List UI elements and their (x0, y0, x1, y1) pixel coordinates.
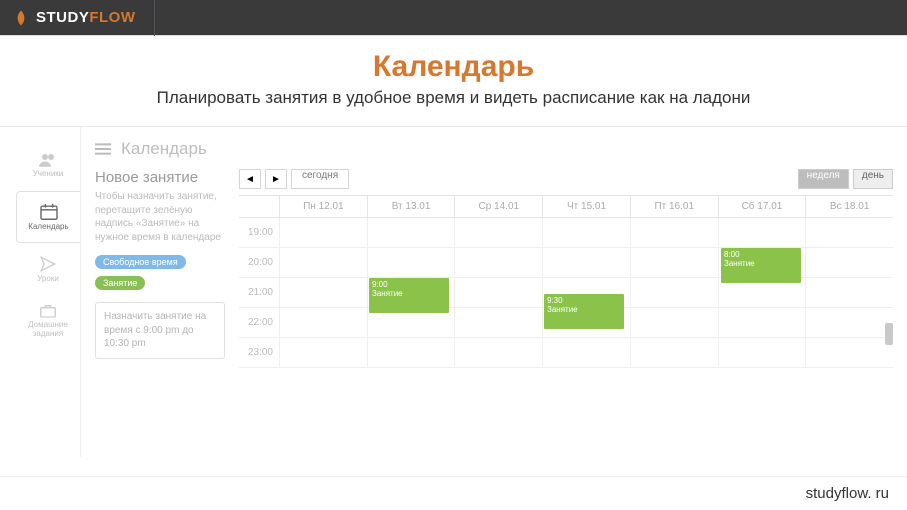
sidebar-item-label: Домашние задания (16, 320, 80, 338)
hero-subtitle: Планировать занятия в удобное время и ви… (0, 88, 907, 108)
content-header: Календарь (95, 139, 893, 159)
calendar-event[interactable]: 9:00 Занятие (369, 278, 449, 313)
day-header: Пт 16.01 (630, 196, 718, 217)
time-label: 21:00 (239, 278, 279, 307)
day-header: Чт 15.01 (542, 196, 630, 217)
content: Календарь Новое занятие Чтобы назначить … (80, 127, 907, 457)
day-header: Ср 14.01 (454, 196, 542, 217)
sidebar-item-label: Календарь (28, 222, 68, 231)
new-event-title: Новое занятие (95, 169, 225, 186)
today-button[interactable]: сегодня (291, 169, 349, 189)
sidebar-item-students[interactable]: Ученики (16, 139, 80, 191)
event-time: 9:30 (547, 296, 621, 305)
sidebar-item-lessons[interactable]: Уроки (16, 243, 80, 295)
view-day-button[interactable]: день (853, 169, 893, 189)
event-label: Занятие (372, 289, 446, 298)
logo-text: STUDYFLOW (36, 9, 136, 26)
hint-box: Назначить занятие на время с 9:00 pm до … (95, 302, 225, 359)
view-week-button[interactable]: неделя (798, 169, 849, 189)
pill-free-time[interactable]: Свободное время (95, 255, 186, 269)
scroll-thumb[interactable] (885, 323, 893, 345)
next-button[interactable]: ► (265, 169, 287, 189)
prev-button[interactable]: ◄ (239, 169, 261, 189)
content-body: Новое занятие Чтобы назначить занятие, п… (95, 169, 893, 368)
calendar-toolbar: ◄ ► сегодня неделя день (239, 169, 893, 189)
time-label: 23:00 (239, 338, 279, 367)
time-label: 22:00 (239, 308, 279, 337)
page-title: Календарь (121, 139, 207, 159)
calendar: ◄ ► сегодня неделя день Пн 12.01 Вт 13.0… (235, 169, 893, 368)
event-time: 9:00 (372, 280, 446, 289)
calendar-icon (40, 204, 58, 220)
scrollbar[interactable] (885, 217, 893, 368)
footer-link[interactable]: studyflow. ru (806, 485, 889, 502)
left-panel: Новое занятие Чтобы назначить занятие, п… (95, 169, 225, 368)
sidebar-item-label: Ученики (33, 169, 64, 178)
sidebar: Ученики Календарь Уроки Домашние задания (16, 127, 80, 457)
briefcase-icon (40, 304, 56, 318)
sidebar-item-calendar[interactable]: Календарь (16, 191, 80, 243)
day-header: Вт 13.01 (367, 196, 455, 217)
logo-icon (12, 9, 30, 27)
event-label: Занятие (547, 305, 621, 314)
hero-title: Календарь (0, 50, 907, 84)
sidebar-item-label: Уроки (37, 274, 59, 283)
event-time: 8:00 (724, 250, 798, 259)
pill-event[interactable]: Занятие (95, 276, 145, 290)
day-header: Вс 18.01 (805, 196, 893, 217)
calendar-rows[interactable]: 19:00 20:00 21:00 22:00 23:00 9:00 Занят… (239, 218, 893, 368)
time-label: 20:00 (239, 248, 279, 277)
event-label: Занятие (724, 259, 798, 268)
new-event-desc: Чтобы назначить занятие, перетащите зелё… (95, 190, 225, 244)
time-label: 19:00 (239, 218, 279, 247)
day-header: Сб 17.01 (718, 196, 806, 217)
send-icon (40, 256, 56, 272)
calendar-event[interactable]: 8:00 Занятие (721, 248, 801, 283)
topbar: STUDYFLOW (0, 0, 907, 36)
calendar-event[interactable]: 9:30 Занятие (544, 294, 624, 329)
logo[interactable]: STUDYFLOW (12, 9, 136, 27)
calendar-grid: Пн 12.01 Вт 13.01 Ср 14.01 Чт 15.01 Пт 1… (239, 195, 893, 368)
calendar-header-row: Пн 12.01 Вт 13.01 Ср 14.01 Чт 15.01 Пт 1… (239, 195, 893, 218)
footer: studyflow. ru (0, 476, 907, 510)
topbar-divider (154, 0, 155, 36)
hero: Календарь Планировать занятия в удобное … (0, 36, 907, 118)
menu-icon[interactable] (95, 142, 111, 156)
users-icon (39, 153, 57, 167)
app-frame: Ученики Календарь Уроки Домашние задания… (0, 127, 907, 457)
sidebar-item-homework[interactable]: Домашние задания (16, 295, 80, 347)
day-header: Пн 12.01 (279, 196, 367, 217)
